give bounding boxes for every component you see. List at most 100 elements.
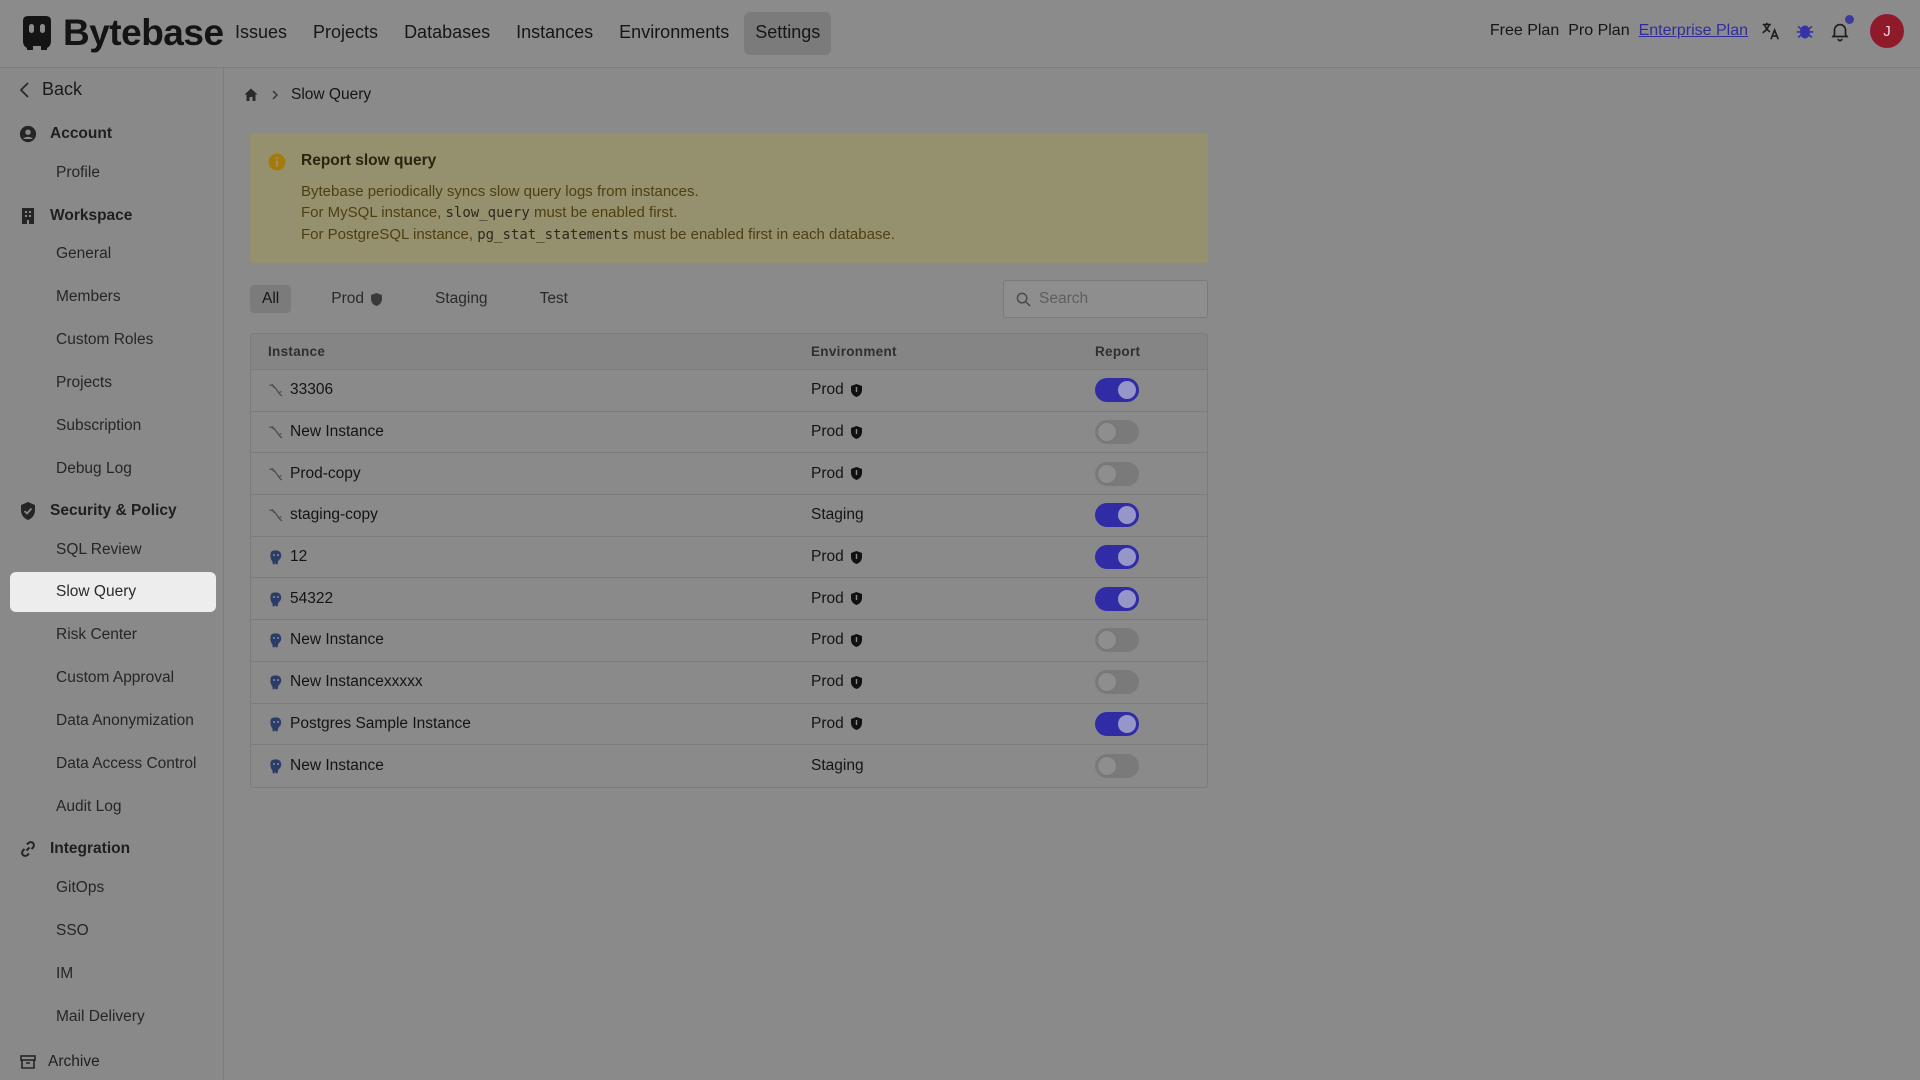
tab-all[interactable]: All [250, 285, 292, 313]
shield-icon [850, 633, 863, 648]
pro-plan-link[interactable]: Pro Plan [1568, 22, 1629, 40]
report-toggle[interactable] [1095, 711, 1139, 736]
sidebar-item-projects[interactable]: Projects [10, 363, 216, 403]
instance-cell: New Instancexxxxx [251, 673, 811, 691]
search-placeholder: Search [1039, 290, 1089, 307]
nav-databases[interactable]: Databases [393, 12, 501, 55]
sidebar-item-data-access-control[interactable]: Data Access Control [10, 744, 216, 784]
debug-bug-icon[interactable] [1792, 18, 1818, 44]
archive-icon [18, 1052, 38, 1072]
report-cell [1095, 545, 1207, 570]
search-icon [1016, 292, 1031, 307]
table-header: Instance Environment Report [251, 334, 1207, 370]
report-toggle[interactable] [1095, 378, 1139, 403]
nav-instances[interactable]: Instances [505, 12, 604, 55]
report-cell [1095, 754, 1207, 779]
table-row: Postgres Sample Instance Prod [251, 704, 1207, 746]
sidebar-item-archive-label: Archive [48, 1053, 100, 1070]
sidebar-item-risk-center[interactable]: Risk Center [10, 615, 216, 655]
shield-icon [850, 383, 863, 398]
tab-staging[interactable]: Staging [423, 285, 500, 313]
sidebar-item-gitops[interactable]: GitOps [10, 868, 216, 908]
instance-cell: 12 [251, 548, 811, 566]
sidebar-item-im[interactable]: IM [10, 954, 216, 994]
instance-cell: 33306 [251, 381, 811, 399]
sidebar-item-sql-review[interactable]: SQL Review [10, 530, 216, 570]
toggle-knob [1098, 464, 1116, 483]
mysql-icon [268, 424, 284, 440]
table-row: staging-copy Staging [251, 495, 1207, 537]
sidebar-item-profile[interactable]: Profile [10, 153, 216, 193]
report-toggle[interactable] [1095, 503, 1139, 528]
sidebar-item-subscription[interactable]: Subscription [10, 406, 216, 446]
user-circle-icon [18, 124, 38, 144]
postgres-icon [268, 632, 284, 648]
nav-issues[interactable]: Issues [224, 12, 298, 55]
instance-cell: Postgres Sample Instance [251, 715, 811, 733]
report-toggle[interactable] [1095, 420, 1139, 445]
sidebar-item-audit-log[interactable]: Audit Log [10, 787, 216, 827]
breadcrumb: Slow Query [243, 86, 371, 104]
instances-table: Instance Environment Report 33306 Prod New… [250, 333, 1208, 788]
instance-cell: New Instance [251, 757, 811, 775]
report-toggle[interactable] [1095, 754, 1139, 779]
translate-icon[interactable] [1757, 18, 1783, 44]
report-toggle[interactable] [1095, 628, 1139, 653]
tab-prod[interactable]: Prod [319, 285, 395, 313]
nav-environments[interactable]: Environments [608, 12, 740, 55]
sidebar-item-sso[interactable]: SSO [10, 911, 216, 951]
toggle-knob [1118, 506, 1136, 525]
breadcrumb-current: Slow Query [291, 86, 372, 103]
sidebar-item-debug-log[interactable]: Debug Log [10, 449, 216, 489]
shield-icon [850, 591, 863, 606]
sidebar-item-data-anonymization[interactable]: Data Anonymization [10, 701, 216, 741]
top-bar: Bytebase Issues Projects Databases Insta… [0, 0, 1920, 68]
bytebase-logo-icon [23, 16, 51, 50]
postgres-icon [268, 549, 284, 565]
sidebar-group-integration-label: Integration [50, 840, 131, 857]
search-input[interactable]: Search [1003, 280, 1208, 318]
chevron-right-icon [272, 90, 278, 100]
toggle-knob [1098, 631, 1116, 650]
nav-projects[interactable]: Projects [302, 12, 389, 55]
environment-name: Prod [811, 631, 844, 649]
enterprise-plan-link[interactable]: Enterprise Plan [1639, 22, 1748, 40]
sidebar-group-workspace: Workspace [18, 206, 132, 226]
logo[interactable]: Bytebase [17, 12, 224, 54]
report-cell [1095, 420, 1207, 445]
sidebar-item-members[interactable]: Members [10, 277, 216, 317]
report-toggle[interactable] [1095, 461, 1139, 486]
user-avatar[interactable]: J [1870, 14, 1904, 48]
sidebar-item-custom-approval[interactable]: Custom Approval [10, 658, 216, 698]
table-row: 54322 Prod [251, 578, 1207, 621]
sidebar-item-archive[interactable]: Archive [18, 1052, 100, 1072]
table-row: New Instancexxxxx Prod [251, 662, 1207, 704]
code-slow-query: slow_query [445, 205, 530, 221]
toggle-knob [1098, 673, 1116, 692]
nav-settings[interactable]: Settings [744, 12, 832, 55]
sidebar-item-slow-query[interactable]: Slow Query [10, 572, 216, 612]
instance-cell: New Instance [251, 423, 811, 441]
tab-test[interactable]: Test [528, 285, 580, 313]
report-toggle[interactable] [1095, 670, 1139, 695]
back-button[interactable]: Back [18, 79, 82, 100]
table-row: 12 Prod [251, 537, 1207, 579]
instance-cell: staging-copy [251, 506, 811, 524]
sidebar-item-general[interactable]: General [10, 234, 216, 274]
report-toggle[interactable] [1095, 586, 1139, 611]
sidebar-item-custom-roles[interactable]: Custom Roles [10, 320, 216, 360]
environment-cell: Prod [811, 631, 1095, 649]
sidebar-item-mail-delivery[interactable]: Mail Delivery [10, 997, 216, 1037]
environment-name: Staging [811, 506, 864, 524]
chevron-left-icon [19, 81, 29, 98]
free-plan-link[interactable]: Free Plan [1490, 22, 1559, 40]
shield-check-icon [18, 501, 38, 521]
home-icon[interactable] [243, 87, 259, 103]
alert-line-2: For MySQL instance, slow_query must be e… [301, 204, 678, 221]
environment-name: Prod [811, 548, 844, 566]
notification-bell-icon[interactable] [1827, 15, 1854, 44]
notification-dot [1845, 15, 1854, 24]
report-toggle[interactable] [1095, 545, 1139, 570]
instance-name: 12 [290, 548, 308, 566]
instance-name: 54322 [290, 589, 334, 607]
